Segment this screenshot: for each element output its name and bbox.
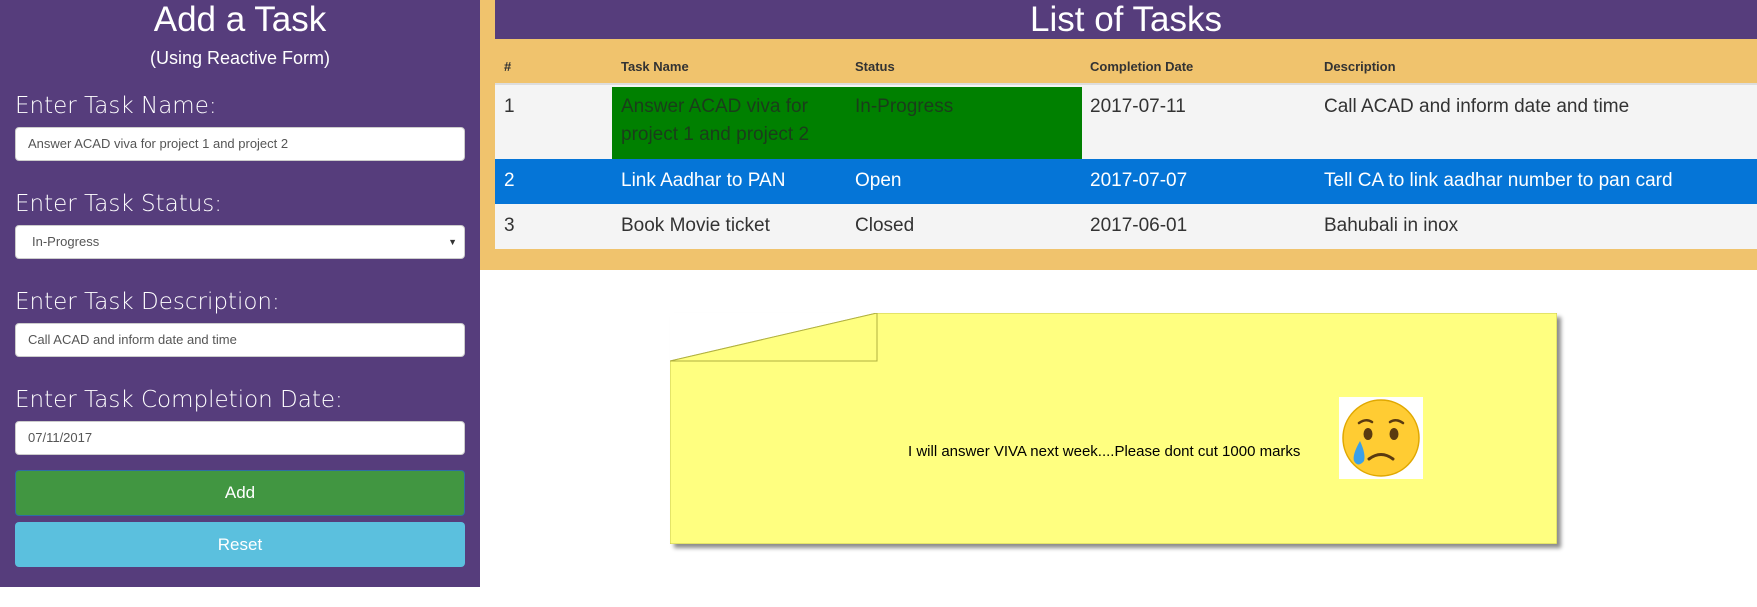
task-description-value: Call ACAD and inform date and time: [28, 332, 237, 347]
table-row[interactable]: 3 Book Movie ticket Closed 2017-06-01 Ba…: [495, 204, 1757, 249]
add-task-panel: Add a Task (Using Reactive Form) Enter T…: [0, 0, 480, 587]
row-task-name: Book Movie ticket: [621, 215, 770, 236]
task-description-input[interactable]: Call ACAD and inform date and time: [15, 323, 465, 357]
task-date-label: Enter Task Completion Date:: [15, 387, 343, 413]
row-number: 2: [504, 170, 515, 191]
table-header: # Task Name Status Completion Date Descr…: [495, 39, 1757, 85]
task-description-label: Enter Task Description:: [15, 289, 280, 315]
header-task-name: Task Name: [621, 59, 689, 74]
note-shape: [670, 313, 1557, 544]
sticky-note: I will answer VIVA next week....Please d…: [670, 313, 1557, 544]
row-description: Bahubali in inox: [1324, 215, 1459, 236]
row-description: Call ACAD and inform date and time: [1324, 96, 1630, 117]
row-date: 2017-07-11: [1090, 96, 1186, 117]
row-date: 2017-06-01: [1090, 215, 1188, 236]
task-date-value: 07/11/2017: [28, 430, 93, 445]
row-description: Tell CA to link aadhar number to pan car…: [1324, 170, 1673, 191]
task-status-label: Enter Task Status:: [15, 191, 223, 217]
form-title: Add a Task: [153, 0, 327, 39]
row-status: In-Progress: [855, 96, 954, 117]
task-status-value: In-Progress: [32, 234, 100, 249]
note-text: I will answer VIVA next week....Please d…: [908, 443, 1301, 460]
dropdown-arrow-icon: ▼: [448, 237, 457, 247]
row-date: 2017-07-07: [1090, 170, 1188, 191]
row-task-name-line2: project 1 and project 2: [621, 124, 810, 145]
reset-button[interactable]: Reset: [15, 522, 465, 567]
header-description: Description: [1324, 59, 1396, 74]
table-row[interactable]: 1 Answer ACAD viva for project 1 and pro…: [495, 85, 1757, 159]
row-number: 1: [504, 96, 515, 117]
task-name-label: Enter Task Name:: [15, 93, 217, 119]
row-status: Open: [855, 170, 902, 191]
row-task-name: Answer ACAD viva for project 1 and proje…: [621, 93, 809, 149]
list-title: List of Tasks: [495, 0, 1757, 39]
row-task-name: Link Aadhar to PAN: [621, 170, 786, 191]
form-subtitle: (Using Reactive Form): [149, 48, 331, 68]
header-number: #: [504, 59, 512, 74]
row-number: 3: [504, 215, 515, 236]
add-button[interactable]: Add: [15, 470, 465, 516]
header-status: Status: [855, 59, 895, 74]
row-task-name-line1: Answer ACAD viva for: [621, 96, 808, 117]
task-name-input[interactable]: Answer ACAD viva for project 1 and proje…: [15, 127, 465, 161]
task-name-value: Answer ACAD viva for project 1 and proje…: [28, 136, 289, 151]
row-status: Closed: [855, 215, 915, 236]
header-completion-date: Completion Date: [1090, 59, 1194, 74]
task-date-input[interactable]: 07/11/2017: [15, 421, 465, 455]
crying-face-icon: [1339, 397, 1423, 479]
task-status-select[interactable]: In-Progress ▼: [15, 225, 465, 259]
table-row[interactable]: 2 Link Aadhar to PAN Open 2017-07-07 Tel…: [495, 159, 1757, 204]
